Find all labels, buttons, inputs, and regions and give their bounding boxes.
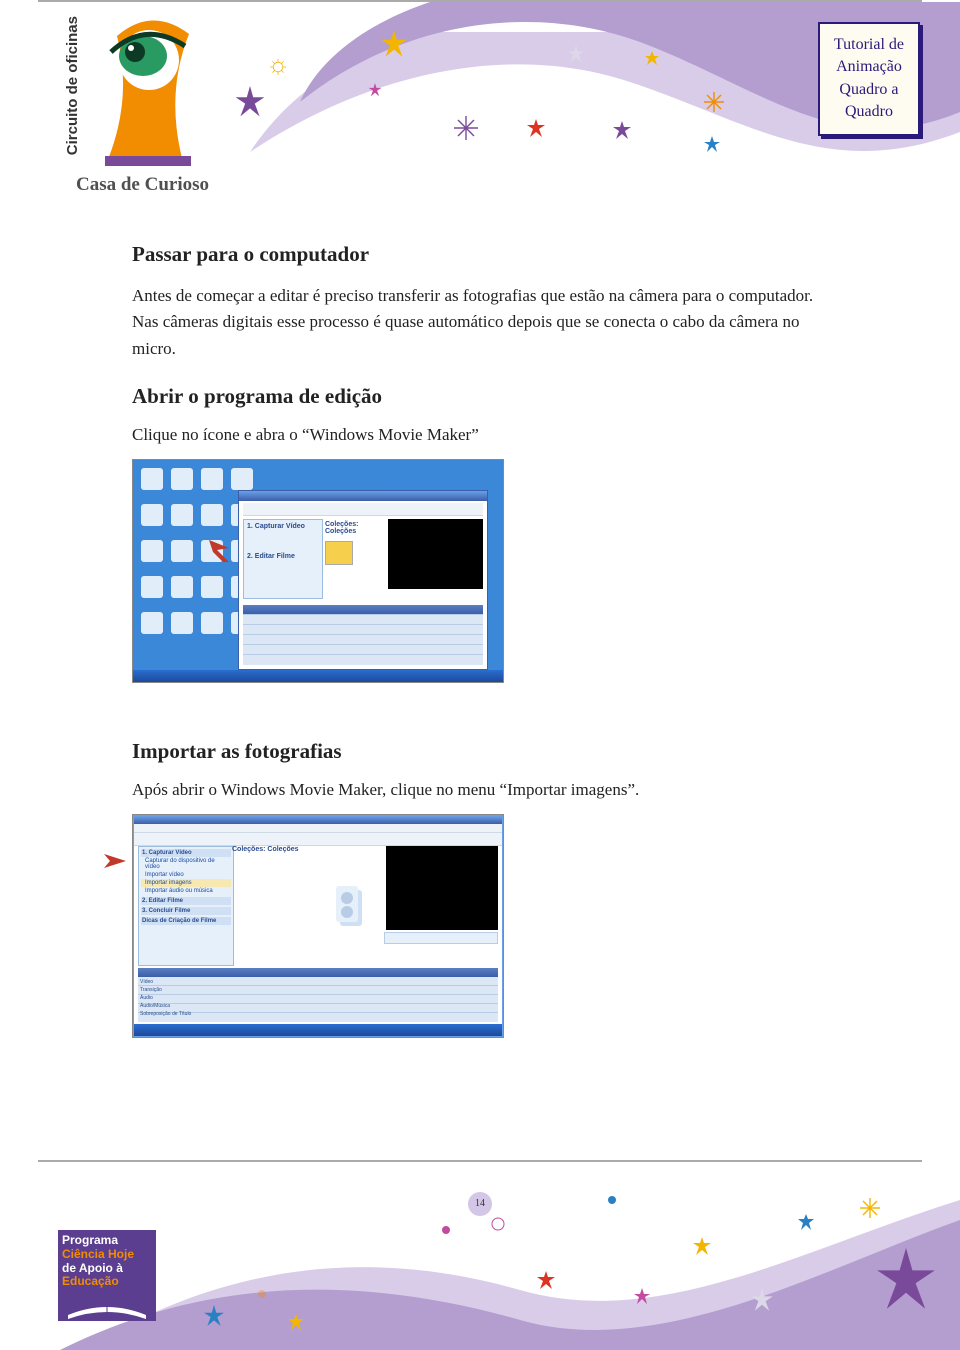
section-heading: Passar para o computador [132, 242, 828, 267]
screenshot-wmm-import: 1. Capturar Vídeo Capturar do dispositiv… [132, 814, 504, 1038]
logo-caption: Casa de Curioso [76, 174, 209, 196]
title-line: Quadro a [834, 79, 904, 101]
page-footer: 14 Programa Ciência Hoje de Apoio à Educ… [0, 1160, 960, 1350]
logo-eye-keyhole-icon [87, 12, 217, 177]
content-area: Passar para o computador Antes de começa… [0, 212, 960, 1038]
title-line: Tutorial de [834, 34, 904, 56]
footer-rule [38, 1160, 922, 1162]
page: Circuito de oficinas Casa de Curioso Tut… [0, 0, 960, 1350]
section-heading: Abrir o programa de edição [132, 384, 828, 409]
section-paragraph: Antes de começar a editar é preciso tran… [132, 283, 828, 362]
taskbar [133, 670, 503, 682]
section-paragraph: Após abrir o Windows Movie Maker, clique… [132, 780, 828, 800]
section-paragraph: Clique no ícone e abra o “Windows Movie … [132, 425, 828, 445]
pointer-arrow-icon [209, 540, 239, 562]
sidebar-logo-text: Circuito de oficinas [64, 16, 81, 155]
tutorial-title-box: Tutorial de Animação Quadro a Quadro [818, 22, 920, 136]
pointer-arrow-icon [104, 850, 134, 872]
title-line: Animação [834, 56, 904, 78]
title-line: Quadro [834, 101, 904, 123]
wmm-window: 1. Capturar Vídeo 2. Editar Filme Coleçõ… [238, 490, 488, 670]
footer-program-logo: Programa Ciência Hoje de Apoio à Educaçã… [58, 1230, 156, 1338]
footer-wave-front [60, 1210, 960, 1350]
page-header: Circuito de oficinas Casa de Curioso Tut… [0, 2, 960, 212]
section-heading: Importar as fotografias [132, 739, 828, 764]
screenshot-desktop-wmm: 1. Capturar Vídeo 2. Editar Filme Coleçõ… [132, 459, 504, 683]
